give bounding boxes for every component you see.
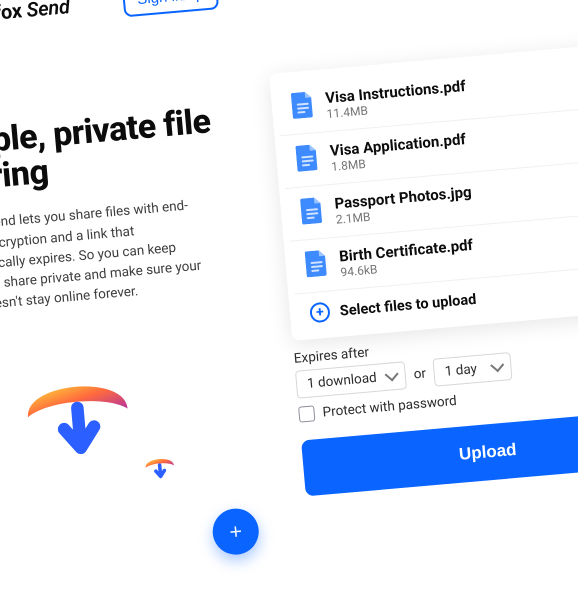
document-icon: [295, 144, 320, 176]
header-left: Firefox Send Sign in/up: [0, 0, 225, 59]
document-icon: [300, 197, 325, 229]
or-label: or: [413, 365, 427, 382]
sign-in-button[interactable]: Sign in/up: [122, 0, 219, 17]
umbrella-icon: [141, 449, 178, 486]
file-list: Visa Instructions.pdf 11.4MB Visa Applic…: [276, 52, 578, 293]
protect-password-label: Protect with password: [322, 393, 457, 421]
document-icon: [291, 91, 316, 123]
umbrella-icon: [13, 353, 143, 483]
hero-description: Firefox Send lets you share files with e…: [0, 195, 208, 319]
header-right: Firefox Send Sign: [259, 0, 578, 30]
downloads-select[interactable]: 1 download: [295, 361, 407, 398]
add-files-label: Select files to upload: [339, 290, 477, 319]
hero-illustration: [0, 342, 271, 587]
brand-text: Firefox Send: [0, 0, 71, 27]
plus-icon: [226, 521, 246, 541]
upload-button[interactable]: Upload: [301, 408, 578, 496]
document-icon: [305, 250, 330, 282]
expires-after-label: Expires after: [293, 344, 369, 367]
brand-product: Firefox: [0, 0, 23, 27]
firefox-send-logo-icon: [264, 0, 301, 6]
upload-card: Visa Instructions.pdf 11.4MB Visa Applic…: [269, 42, 578, 341]
intro-panel: Firefox Send Sign in/up Simple, private …: [0, 0, 271, 587]
plus-circle-icon: +: [309, 302, 331, 324]
upload-panel: Firefox Send Sign Visa Instructions.pdf …: [259, 0, 578, 558]
add-file-fab[interactable]: [211, 506, 261, 556]
downloads-select-value: 1 download: [306, 370, 377, 392]
brand-suffix: Send: [25, 0, 70, 21]
brand: Firefox Send: [0, 0, 71, 31]
brand: Firefox Send: [264, 0, 451, 6]
time-select[interactable]: 1 day: [433, 352, 513, 387]
password-checkbox[interactable]: [298, 405, 315, 422]
hero-title: Simple, private file sharing: [0, 102, 238, 199]
time-select-value: 1 day: [444, 361, 477, 380]
umbrella-icon: [0, 404, 5, 463]
